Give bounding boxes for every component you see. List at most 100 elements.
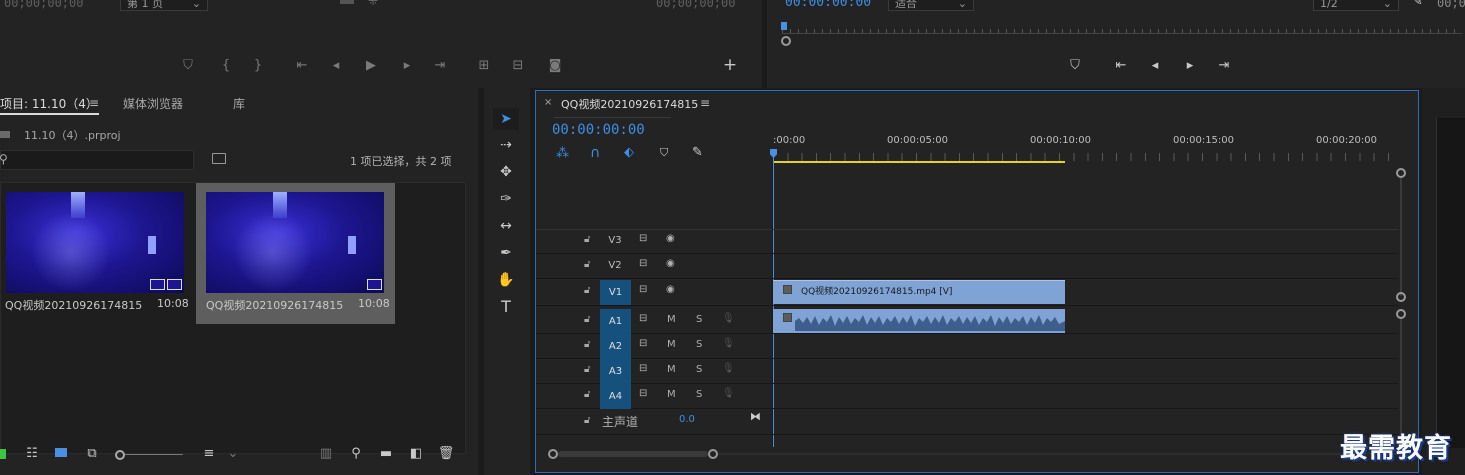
go-to-out-icon[interactable]: ⇥: [1214, 58, 1234, 74]
panel-menu-icon[interactable]: ≡: [89, 96, 99, 110]
settings-icon[interactable]: ⁜: [368, 0, 378, 8]
go-to-edit-icon[interactable]: ⧓: [750, 410, 761, 423]
fit-select[interactable]: 适合 ⌄: [888, 0, 974, 11]
new-bin-icon[interactable]: ▬: [376, 446, 396, 462]
nest-icon[interactable]: ⁂: [556, 146, 569, 161]
work-area-bar[interactable]: [773, 161, 1065, 163]
solo-button[interactable]: S: [696, 389, 702, 400]
mute-button[interactable]: M: [667, 389, 676, 400]
overwrite-icon[interactable]: ⊟: [508, 58, 528, 74]
source-page-select[interactable]: 第 1 页 ⌄: [120, 0, 208, 11]
close-icon[interactable]: ×: [544, 97, 552, 108]
find-icon[interactable]: ⚲: [346, 446, 366, 462]
track-select-tool-icon[interactable]: ⇢: [493, 134, 519, 156]
sync-lock-icon[interactable]: ⊟: [639, 284, 647, 295]
step-forward-icon[interactable]: ▸: [397, 58, 417, 74]
freeform-view-icon[interactable]: ⧉: [82, 446, 102, 462]
track-label[interactable]: A4: [600, 384, 631, 409]
snap-icon[interactable]: ∩: [590, 145, 600, 161]
program-timecode[interactable]: 00:00:00:00: [785, 0, 871, 10]
lock-icon[interactable]: 🔓︎: [584, 234, 590, 245]
type-tool-icon[interactable]: T: [493, 296, 519, 318]
go-to-in-icon[interactable]: ⇤: [1111, 58, 1131, 74]
search-field[interactable]: ⚲: [0, 150, 194, 170]
h-scroll-handle-right[interactable]: [708, 449, 718, 459]
add-button-icon[interactable]: +: [720, 57, 740, 74]
icon-view-icon[interactable]: [55, 448, 67, 457]
mark-in-icon[interactable]: {: [216, 58, 236, 74]
lock-icon[interactable]: 🔓︎: [584, 364, 590, 375]
camera-icon[interactable]: ◙: [545, 58, 565, 74]
timeline-timecode[interactable]: 00:00:00:00: [552, 122, 645, 138]
chevron-down-icon[interactable]: ⌄: [223, 446, 243, 462]
h-scroll-track[interactable]: [718, 453, 1408, 455]
mute-button[interactable]: M: [667, 314, 676, 325]
lock-toggle-icon[interactable]: [0, 449, 6, 459]
track-label[interactable]: V3: [600, 235, 630, 246]
play-icon[interactable]: ▶: [361, 58, 381, 74]
lock-icon[interactable]: 🔓︎: [584, 389, 590, 400]
track-label[interactable]: A3: [600, 359, 631, 384]
panel-menu-icon[interactable]: ≡: [700, 96, 710, 110]
mic-icon[interactable]: 🎙︎: [722, 388, 735, 399]
tab-project[interactable]: 项目: 11.10（4）: [0, 95, 98, 112]
wrench-icon[interactable]: ✎: [692, 145, 703, 160]
lock-icon[interactable]: 🔓︎: [584, 259, 590, 270]
h-scroll-handle-left[interactable]: [548, 449, 558, 459]
hand-tool-icon[interactable]: ✋: [493, 269, 519, 291]
track-label[interactable]: A2: [600, 334, 631, 359]
step-forward-icon[interactable]: ▸: [1180, 58, 1200, 74]
track-label[interactable]: A1: [600, 309, 631, 334]
sync-lock-icon[interactable]: ⊟: [639, 338, 647, 349]
source-timecode-in[interactable]: 00;00;00;00: [4, 0, 83, 10]
mute-button[interactable]: M: [667, 339, 676, 350]
solo-button[interactable]: S: [696, 314, 702, 325]
add-marker-icon[interactable]: ⛉: [660, 146, 668, 160]
clip-icon[interactable]: [340, 0, 354, 4]
tab-media-browser[interactable]: 媒体浏览器: [123, 95, 183, 112]
sync-lock-icon[interactable]: ⊟: [639, 388, 647, 399]
eye-icon[interactable]: ◉: [666, 258, 675, 269]
sort-icon[interactable]: ≡: [199, 446, 219, 462]
zoom-slider-track[interactable]: [125, 454, 183, 455]
step-back-icon[interactable]: ◂: [1145, 58, 1165, 74]
sync-lock-icon[interactable]: ⊟: [639, 233, 647, 244]
automate-icon[interactable]: ▥: [316, 446, 336, 462]
sync-lock-icon[interactable]: ⊟: [639, 313, 647, 324]
program-zoom-handle[interactable]: [781, 36, 791, 46]
mic-icon[interactable]: 🎙︎: [722, 313, 735, 324]
project-item[interactable]: QQ视频20210926174815... 10:08: [0, 183, 196, 323]
add-marker-icon[interactable]: ⛉: [178, 58, 198, 74]
program-playhead[interactable]: [781, 22, 787, 30]
list-view-icon[interactable]: ☷: [22, 446, 42, 462]
sync-lock-icon[interactable]: ⊟: [639, 258, 647, 269]
video-scroll-track[interactable]: [1400, 178, 1402, 296]
selection-tool-icon[interactable]: ➤: [493, 108, 519, 130]
go-to-in-icon[interactable]: ⇤: [292, 58, 312, 74]
lock-icon[interactable]: 🔓︎: [584, 415, 590, 426]
tab-libraries[interactable]: 库: [233, 95, 245, 112]
linked-selection-icon[interactable]: ⬖: [624, 145, 634, 160]
track-label[interactable]: V1: [600, 280, 631, 305]
quality-select[interactable]: 1/2 ⌄: [1313, 0, 1399, 11]
find-icon[interactable]: [212, 153, 226, 164]
mute-button[interactable]: M: [667, 364, 676, 375]
time-ruler[interactable]: [773, 153, 1390, 161]
lock-icon[interactable]: 🔓︎: [584, 314, 590, 325]
mic-icon[interactable]: 🎙︎: [722, 338, 735, 349]
mic-icon[interactable]: 🎙︎: [722, 363, 735, 374]
lock-icon[interactable]: 🔓︎: [584, 339, 590, 350]
project-item-selected[interactable]: QQ视频20210926174815 10:08: [196, 183, 395, 324]
insert-icon[interactable]: ⊞: [474, 58, 494, 74]
eye-icon[interactable]: ◉: [666, 284, 675, 295]
track-label[interactable]: V2: [600, 260, 630, 271]
video-clip[interactable]: QQ视频20210926174815.mp4 [V]: [773, 280, 1065, 304]
new-item-icon[interactable]: ◧: [406, 446, 426, 462]
razor-tool-icon[interactable]: ✑: [493, 188, 519, 210]
go-to-out-icon[interactable]: ⇥: [430, 58, 450, 74]
mark-out-icon[interactable]: }: [248, 58, 268, 74]
master-volume-value[interactable]: 0.0: [679, 414, 695, 425]
wrench-icon[interactable]: ✎: [1412, 0, 1423, 9]
audio-clip[interactable]: [773, 309, 1065, 333]
video-scroll-handle-top[interactable]: [1396, 168, 1406, 178]
